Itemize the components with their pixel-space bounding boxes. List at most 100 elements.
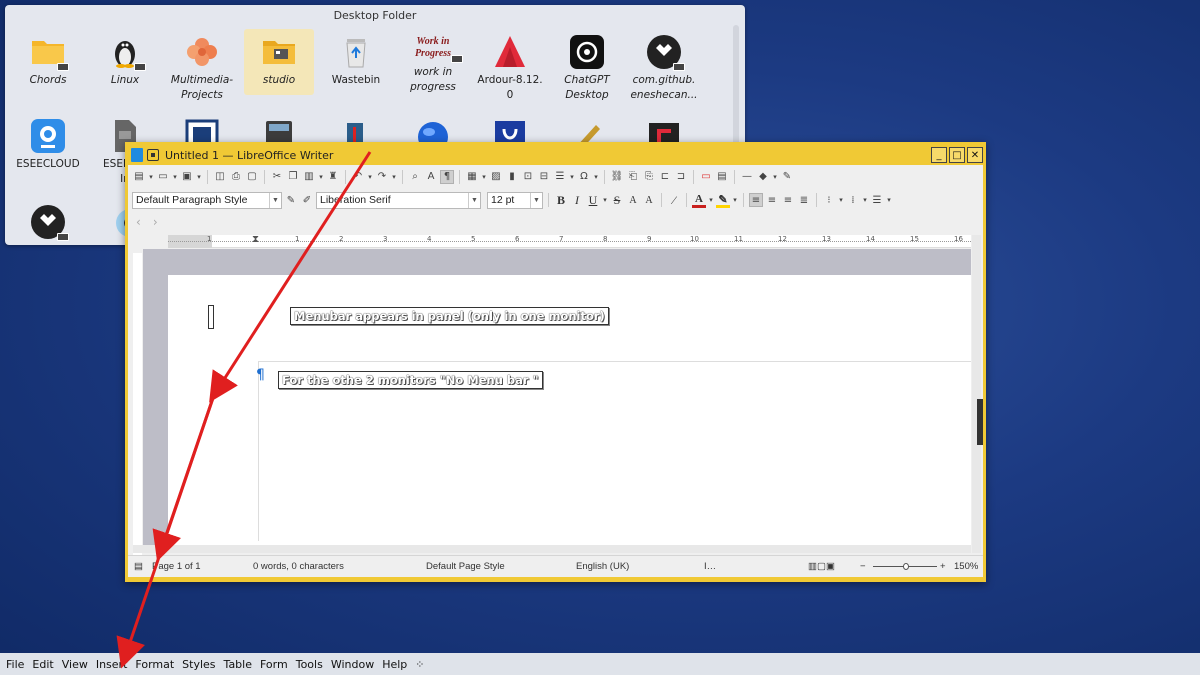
font-size-combo[interactable]: 12 pt ▼	[487, 191, 543, 209]
update-style-icon[interactable]: ✎	[284, 193, 298, 207]
chevron-down-icon[interactable]: ▾	[838, 193, 844, 207]
cross-reference-icon[interactable]: ⊐	[674, 170, 688, 184]
zoom-slider-handle[interactable]	[903, 563, 909, 570]
close-button[interactable]: ✕	[967, 147, 983, 163]
chevron-down-icon[interactable]: ▾	[148, 170, 154, 184]
formatting-marks-icon[interactable]: ¶	[440, 169, 454, 184]
special-character-icon[interactable]: Ω	[577, 170, 591, 184]
endnote-icon[interactable]: ⎘	[642, 170, 656, 184]
chevron-down-icon[interactable]: ▾	[886, 193, 892, 207]
print-preview-icon[interactable]: ▢	[245, 170, 259, 184]
status-page-count[interactable]: Page 1 of 1	[152, 561, 201, 572]
horizontal-scrollbar[interactable]	[133, 545, 971, 553]
insert-textbox-icon[interactable]: ⊡	[521, 170, 535, 184]
chevron-down-icon[interactable]: ▼	[468, 192, 480, 208]
track-changes-icon[interactable]: ▤	[715, 170, 729, 184]
highlighting-icon[interactable]: ✎	[716, 193, 730, 208]
view-layout-icon[interactable]: ▥▢▣	[808, 561, 835, 572]
desktop-item-chords[interactable]: Chords	[12, 29, 84, 95]
open-icon[interactable]: ▭	[156, 170, 170, 184]
outline-list-icon[interactable]: ☰	[870, 193, 884, 207]
numbered-list-icon[interactable]: ⁞	[846, 193, 860, 207]
cut-icon[interactable]: ✂	[270, 170, 284, 184]
justify-icon[interactable]: ≣	[797, 193, 811, 207]
save-icon[interactable]: ▣	[180, 170, 194, 184]
desktop-item-multimedia-projects[interactable]: Multimedia- Projects	[166, 29, 238, 101]
align-left-icon[interactable]: ≡	[749, 193, 763, 207]
vertical-scrollbar[interactable]	[972, 235, 981, 553]
spelling-icon[interactable]: A	[424, 170, 438, 184]
chevron-down-icon[interactable]: ▾	[602, 193, 608, 207]
chevron-down-icon[interactable]: ▾	[593, 170, 599, 184]
menu-format[interactable]: Format	[135, 658, 174, 671]
insert-page-break-icon[interactable]: ⊟	[537, 170, 551, 184]
insert-table-icon[interactable]: ▦	[465, 170, 479, 184]
comment-icon[interactable]: ▭	[699, 170, 713, 184]
chevron-down-icon[interactable]: ▼	[530, 192, 542, 208]
underline-icon[interactable]: U	[586, 193, 600, 208]
menu-view[interactable]: View	[62, 658, 88, 671]
font-name-combo[interactable]: Liberation Serif ▼	[316, 191, 481, 209]
insert-chart-icon[interactable]: ▮	[505, 170, 519, 184]
paragraph-style-combo[interactable]: Default Paragraph Style ▼	[132, 191, 282, 209]
strikethrough-icon[interactable]: S	[610, 193, 624, 208]
chevron-down-icon[interactable]: ▾	[481, 170, 487, 184]
hyperlink-icon[interactable]: ⛓	[610, 170, 624, 184]
bookmark-icon[interactable]: ⊏	[658, 170, 672, 184]
status-page-style[interactable]: Default Page Style	[426, 561, 505, 572]
menu-insert[interactable]: Insert	[96, 658, 128, 671]
menu-tools[interactable]: Tools	[296, 658, 323, 671]
sidebar-toggle[interactable]	[977, 399, 983, 445]
document-area[interactable]: Menubar appears in panel (only in one mo…	[143, 249, 971, 553]
footnote-icon[interactable]: ⎗	[626, 170, 640, 184]
insert-line-icon[interactable]: —	[740, 170, 754, 184]
desktop-item-work-in-progress[interactable]: Work in Progress work in progress	[397, 29, 469, 95]
basic-shapes-icon[interactable]: ◆	[756, 170, 770, 184]
new-icon[interactable]: ▤	[132, 170, 146, 184]
desktop-item-linux[interactable]: Linux	[89, 29, 161, 95]
draw-icon[interactable]: ✎	[780, 170, 794, 184]
superscript-icon[interactable]: A	[626, 195, 640, 206]
clone-formatting-icon[interactable]: ♜	[326, 170, 340, 184]
desktop-item-tidal[interactable]: com.github. eneshecan...	[628, 29, 700, 101]
menu-form[interactable]: Form	[260, 658, 288, 671]
find-replace-icon[interactable]: ⌕	[408, 170, 422, 184]
chevron-down-icon[interactable]: ▾	[172, 170, 178, 184]
window-menu-icon[interactable]	[147, 149, 159, 161]
align-center-icon[interactable]: ≡	[765, 193, 779, 207]
chevron-down-icon[interactable]: ▾	[569, 170, 575, 184]
vertical-ruler[interactable]	[133, 253, 142, 563]
horizontal-ruler[interactable]: 1 1 2 3 4 5 6 7 8 9 10 11 12 13 14 15 16…	[168, 234, 971, 248]
print-icon[interactable]: ⎙	[229, 170, 243, 184]
menu-help[interactable]: Help	[382, 658, 407, 671]
writer-window[interactable]: Untitled 1 — LibreOffice Writer _ □ ✕ ▤ ▾…	[125, 142, 986, 582]
zoom-in-icon[interactable]: +	[940, 561, 946, 572]
paste-icon[interactable]: ▥	[302, 170, 316, 184]
document-page[interactable]: Menubar appears in panel (only in one mo…	[168, 275, 971, 553]
chevron-down-icon[interactable]: ▾	[862, 193, 868, 207]
new-style-icon[interactable]: ✐	[300, 193, 314, 207]
chevron-down-icon[interactable]: ▾	[367, 170, 373, 184]
copy-icon[interactable]: ❐	[286, 170, 300, 184]
titlebar[interactable]: Untitled 1 — LibreOffice Writer _ □ ✕	[128, 145, 983, 165]
bold-icon[interactable]: B	[554, 193, 568, 208]
chevron-down-icon[interactable]: ▾	[318, 170, 324, 184]
menu-window[interactable]: Window	[331, 658, 374, 671]
chevron-down-icon[interactable]: ▾	[708, 193, 714, 207]
menu-styles[interactable]: Styles	[182, 658, 215, 671]
desktop-item-studio[interactable]: studio	[243, 29, 315, 95]
desktop-item-tidal-2[interactable]	[12, 199, 84, 245]
clear-formatting-icon[interactable]: ⁄	[667, 193, 681, 208]
menu-table[interactable]: Table	[224, 658, 252, 671]
help-search-icon[interactable]: ⁘	[415, 658, 424, 671]
undo-icon[interactable]: ↶	[351, 170, 365, 184]
minimize-button[interactable]: _	[931, 147, 947, 163]
desktop-item-eseecloud[interactable]: ESEECLOUD	[12, 113, 84, 179]
desktop-item-ardour[interactable]: Ardour-8.12. 0	[474, 29, 546, 101]
italic-icon[interactable]: I	[570, 193, 584, 208]
status-language[interactable]: English (UK)	[576, 561, 629, 572]
menu-file[interactable]: File	[6, 658, 24, 671]
indent-marker-icon[interactable]: ⧗	[252, 234, 259, 245]
chevron-down-icon[interactable]: ▾	[196, 170, 202, 184]
maximize-button[interactable]: □	[949, 147, 965, 163]
